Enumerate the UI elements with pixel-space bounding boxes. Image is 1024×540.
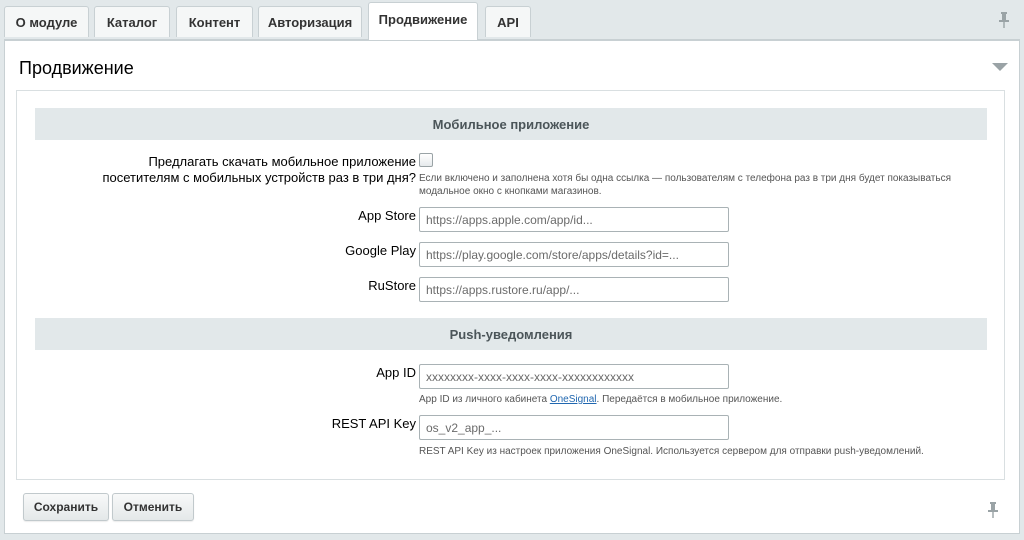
app-id-label: App ID [376, 365, 416, 380]
offer-download-hint: Если включено и заполнена хотя бы одна с… [419, 173, 951, 197]
pin-icon[interactable] [987, 501, 999, 519]
tab-api[interactable]: API [485, 6, 531, 37]
settings-panel: Продвижение Мобильное приложение Предлаг… [4, 39, 1020, 534]
tab-promotion[interactable]: Продвижение [368, 2, 478, 40]
onesignal-link[interactable]: OneSignal [550, 394, 597, 405]
tab-bar: О модуле Каталог Контент Авторизация Про… [0, 0, 1024, 40]
rest-api-key-input[interactable] [419, 415, 729, 440]
save-button[interactable]: Сохранить [23, 493, 109, 521]
tab-about[interactable]: О модуле [4, 6, 89, 37]
rustore-label: RuStore [368, 278, 416, 293]
offer-download-checkbox[interactable] [419, 153, 433, 167]
google-play-input[interactable] [419, 242, 729, 267]
section-header-mobile-app: Мобильное приложение [35, 108, 987, 140]
cancel-button[interactable]: Отменить [112, 493, 194, 521]
app-id-hint-text: App ID из личного кабинета [419, 394, 550, 405]
settings-form: Мобильное приложение Предлагать скачать … [16, 90, 1005, 480]
app-id-input[interactable] [419, 364, 729, 389]
rest-api-key-label: REST API Key [331, 416, 416, 431]
tab-catalog[interactable]: Каталог [94, 6, 170, 37]
tab-content[interactable]: Контент [176, 6, 253, 37]
section-header-push: Push-уведомления [35, 318, 987, 350]
app-id-hint-text-end: . Передаётся в мобильное приложение. [596, 394, 783, 405]
app-id-hint: App ID из личного кабинета OneSignal. Пе… [419, 393, 782, 406]
page-title: Продвижение [19, 58, 134, 78]
tab-authorization[interactable]: Авторизация [258, 6, 362, 37]
rustore-input[interactable] [419, 277, 729, 302]
pin-icon[interactable] [998, 11, 1010, 29]
rest-api-key-hint: REST API Key из настроек приложения OneS… [419, 446, 924, 457]
triangle-down-icon[interactable] [992, 63, 1008, 71]
offer-download-label: Предлагать скачать мобильное приложение … [102, 154, 416, 185]
google-play-label: Google Play [345, 243, 416, 258]
app-store-input[interactable] [419, 207, 729, 232]
app-store-label: App Store [358, 208, 416, 223]
